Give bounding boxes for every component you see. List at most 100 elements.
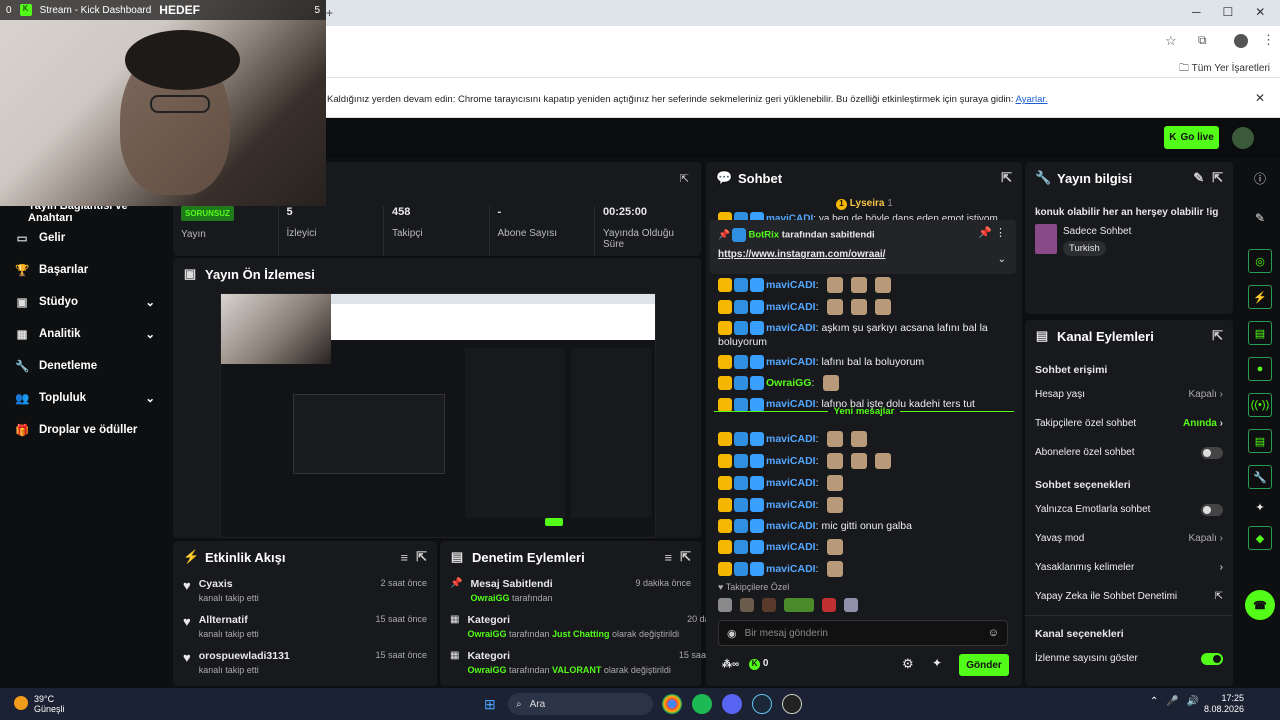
chat-username[interactable]: maviCADI [766,356,816,368]
badge-icon [734,376,748,391]
send-button[interactable]: Gönder [959,654,1009,676]
chat-icon[interactable]: ● [1248,357,1272,381]
chat-message[interactable]: maviCADI: lafını bal la boluyorum [718,352,1012,372]
pinned-link[interactable]: https://www.instagram.com/owraai/ [718,249,1008,260]
slow-mode-row[interactable]: Yavaş mod Kapalı › [1025,524,1233,553]
go-live-button[interactable]: K Go live [1164,126,1219,149]
chat-message[interactable]: maviCADI: aşkım şu şarkıyı acsana lafını… [718,318,1012,352]
system-tray[interactable]: ⌃🎤🔊 [1150,696,1207,707]
sidebar-item-topluluk[interactable]: 👥 Topluluk ⌄ [0,382,170,414]
document-icon[interactable]: ▤ [1248,429,1272,453]
chat-username[interactable]: maviCADI [766,499,816,511]
steam-icon[interactable] [752,694,772,714]
sidebar-item-denetleme[interactable]: 🔧 Denetleme [0,350,170,382]
popout-icon[interactable]: ⇱ [680,549,691,565]
top-gifter[interactable]: 1 Lyseira 1 [836,198,893,210]
all-bookmarks[interactable]: 🗀 Tüm Yer İşaretleri [1179,61,1270,78]
chat-username[interactable]: maviCADI [766,563,816,575]
chat-username[interactable]: maviCADI [766,520,816,532]
window-controls[interactable]: ─☐✕ [1192,5,1280,19]
obs-icon[interactable] [782,694,802,714]
clock[interactable]: 17:25 8.08.2026 [1204,693,1244,715]
sidebar-item-analitik[interactable]: ▦ Analitik ⌄ [0,318,170,350]
chrome-icon[interactable] [662,694,682,714]
chat-username[interactable]: maviCADI [766,301,816,313]
chat-message[interactable]: maviCADI: [718,296,1012,318]
menu-icon[interactable]: ⋮ [1262,32,1275,48]
sidebar-item-studyo[interactable]: ▣ Stüdyo ⌄ [0,286,170,318]
chat-message[interactable]: maviCADI: [718,558,1012,580]
sidebar-item-basarilar[interactable]: 🏆 Başarılar [0,254,170,286]
kick-coin[interactable]: K 0 [749,658,768,670]
chat-username[interactable]: maviCADI [766,477,816,489]
badge-icon [750,355,764,370]
chat-username[interactable]: maviCADI [766,322,816,334]
chat-input[interactable]: ◉ Bir mesaj gönderin ☺ [718,620,1008,646]
chat-message[interactable]: maviCADI: [718,428,1012,450]
points-icon[interactable]: ⁂∞ [722,659,739,670]
wrench-icon[interactable]: 🔧 [1248,465,1272,489]
chat-username[interactable]: maviCADI [766,279,816,291]
chat-username[interactable]: maviCADI [766,433,816,445]
profile-icon[interactable] [1234,34,1248,48]
show-viewcount-toggle[interactable] [1201,652,1223,665]
support-icon[interactable]: ☎ [1245,590,1275,620]
taskbar-search[interactable]: ⌕ Ara [508,693,653,715]
discord-icon[interactable] [722,694,742,714]
popout-icon[interactable]: ⇱ [1001,170,1012,186]
popout-icon[interactable]: ⇱ [680,172,689,185]
star-icon[interactable]: ☆ [1165,33,1177,49]
list-icon[interactable]: ▤ [1248,321,1272,345]
chevron-down-icon[interactable]: ⌄ [998,254,1006,265]
settings-link[interactable]: Ayarlar. [1016,94,1048,105]
mod-tools-icon[interactable]: ✦ [932,656,942,670]
sidebar-item-droplar[interactable]: 🎁 Droplar ve ödüller [0,414,170,446]
tag-icon[interactable]: ◆ [1248,526,1272,550]
emoji-icon[interactable]: ☺ [988,627,999,639]
spotify-icon[interactable] [692,694,712,714]
broadcast-icon[interactable]: ((•)) [1248,393,1272,417]
chat-text: mic gitti onun galba [821,520,912,532]
moderation-item: 📌 Mesaj Sabitlendi OwraiGG tarafından 9 dak… [450,578,691,603]
camera-icon[interactable]: ◎ [1248,249,1272,273]
popout-icon[interactable]: ⇱ [1212,170,1223,186]
extensions-icon[interactable]: ⧉ [1198,33,1207,48]
popout-icon[interactable]: ⇱ [1212,328,1223,344]
unpin-icon[interactable]: 📌 ⋮ [978,226,1006,239]
settings-icon[interactable]: ⚙ [902,656,914,672]
chat-username[interactable]: OwraiGG [766,377,812,389]
weather-widget[interactable]: 39°C Güneşli [34,694,65,714]
banned-words-row[interactable]: Yasaklanmış kelimeler › [1025,553,1233,582]
emote-bar[interactable] [718,598,1012,612]
edit-icon[interactable]: ✎ [1193,170,1204,186]
subscribers-only-toggle[interactable] [1201,446,1223,459]
chat-message[interactable]: maviCADI: [718,494,1012,516]
new-tab-button[interactable]: + [326,6,333,20]
filter-icon[interactable]: ≡ [401,550,409,565]
pinned-message[interactable]: 📌 BotRix tarafından sabitlendi https://w… [710,220,1016,274]
close-icon[interactable]: ✕ [1255,91,1265,105]
stream-preview-video[interactable] [220,293,656,538]
mod-tools-icon[interactable]: ✦ [1240,501,1280,514]
edit-icon[interactable]: ✎ [1240,187,1280,225]
account-age-row[interactable]: Hesap yaşı Kapalı › [1025,380,1233,409]
sidebar-item-gelir[interactable]: ▭ Gelir [0,222,170,254]
chat-message[interactable]: maviCADI: [718,450,1012,472]
ai-moderation-row[interactable]: Yapay Zeka ile Sohbet Denetimi ⇱ [1025,582,1233,611]
avatar[interactable] [1232,127,1254,149]
chat-message[interactable]: maviCADI: [718,274,1012,296]
filter-icon[interactable]: ≡ [665,550,673,565]
bolt-icon[interactable]: ⚡ [1248,285,1272,309]
emote-only-toggle[interactable] [1201,503,1223,516]
chat-message[interactable]: maviCADI: [718,472,1012,494]
windows-start-icon[interactable]: ⊞ [484,696,496,713]
popout-icon[interactable]: ⇱ [416,549,427,565]
chat-username[interactable]: maviCADI [766,455,816,467]
chat-username[interactable]: maviCADI [766,541,816,553]
chat-message[interactable]: OwraiGG: [718,372,1012,394]
chat-message[interactable]: maviCADI: mic gitti onun galba [718,516,1012,536]
browser-tab-title[interactable]: Stream - Kick Dashboard [40,5,152,16]
followers-only-row[interactable]: Takipçilere özel sohbet Anında › [1025,409,1233,438]
chat-message[interactable]: maviCADI: [718,536,1012,558]
info-icon[interactable]: ⓘ [1240,162,1280,187]
